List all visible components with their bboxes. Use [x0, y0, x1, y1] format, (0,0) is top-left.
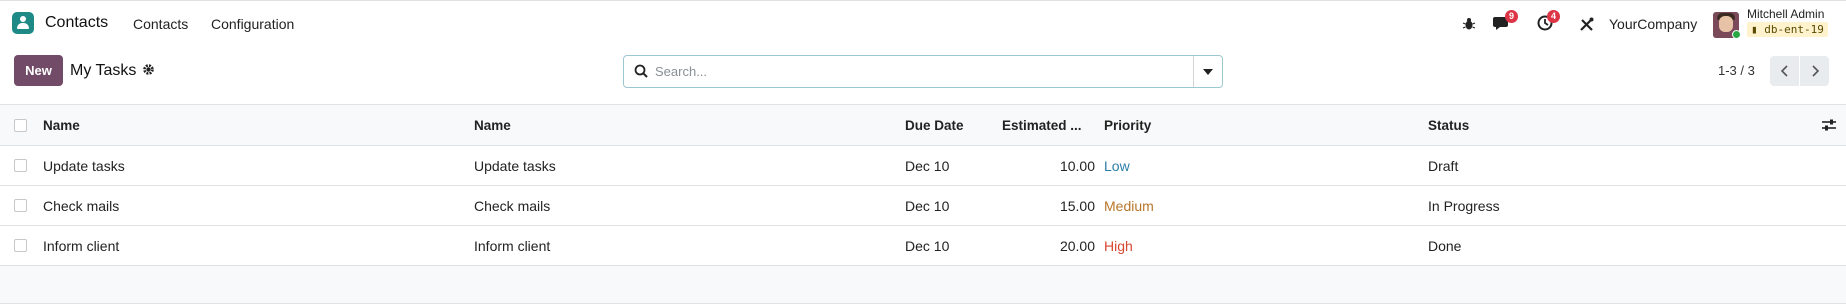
pager-value[interactable]: 1-3 / 3 — [1718, 63, 1755, 78]
search-icon — [634, 64, 648, 81]
cell-estimated[interactable]: 10.00 — [1000, 146, 1095, 185]
cell-name-2[interactable]: Check mails — [474, 186, 550, 225]
header-name-2[interactable]: Name — [474, 105, 511, 145]
header-name[interactable]: Name — [43, 105, 80, 145]
new-button[interactable]: New — [14, 55, 63, 86]
cell-name-2[interactable]: Update tasks — [474, 146, 556, 185]
column-settings-icon[interactable] — [1822, 105, 1836, 145]
tools-icon[interactable] — [1579, 1, 1594, 47]
chat-icon[interactable]: 9 — [1493, 1, 1518, 47]
cell-priority[interactable]: High — [1104, 226, 1133, 265]
cell-status[interactable]: Done — [1428, 226, 1461, 265]
pager-previous-button[interactable] — [1770, 56, 1799, 86]
chevron-right-icon — [1811, 65, 1819, 77]
cell-status[interactable]: Draft — [1428, 146, 1458, 185]
row-checkbox[interactable] — [14, 186, 27, 225]
online-status-dot — [1732, 30, 1741, 39]
search-options-toggle[interactable] — [1193, 56, 1222, 87]
chevron-left-icon — [1780, 65, 1788, 77]
header-due-date[interactable]: Due Date — [905, 105, 964, 145]
table-row[interactable]: Inform client Inform client Dec 10 20.00… — [0, 226, 1846, 266]
header-priority[interactable]: Priority — [1104, 105, 1151, 145]
table-empty-area — [0, 266, 1846, 304]
activities-badge: 4 — [1547, 9, 1560, 23]
database-name: db-ent-19 — [1764, 23, 1824, 36]
search-input[interactable] — [655, 56, 1195, 87]
cell-due-date[interactable]: Dec 10 — [905, 226, 949, 265]
cell-due-date[interactable]: Dec 10 — [905, 186, 949, 225]
messages-badge: 9 — [1505, 9, 1518, 23]
header-status[interactable]: Status — [1428, 105, 1469, 145]
company-switcher[interactable]: YourCompany — [1609, 16, 1697, 32]
clock-icon[interactable]: 4 — [1537, 1, 1560, 47]
row-checkbox[interactable] — [14, 146, 27, 185]
page-title: My Tasks — [70, 62, 137, 79]
cell-name[interactable]: Check mails — [43, 186, 119, 225]
search-bar — [623, 55, 1223, 88]
cell-estimated[interactable]: 20.00 — [1000, 226, 1095, 265]
contacts-app-icon[interactable] — [12, 12, 34, 34]
caret-down-icon — [1203, 68, 1213, 75]
select-all-checkbox[interactable] — [14, 105, 27, 145]
table-header: Name Name Due Date Estimated ... Priorit… — [0, 104, 1846, 146]
database-badge: ▮ db-ent-19 — [1747, 22, 1828, 37]
cell-priority[interactable]: Low — [1104, 146, 1130, 185]
pager-next-button[interactable] — [1800, 56, 1829, 86]
menu-configuration[interactable]: Configuration — [211, 16, 294, 32]
menu-contacts[interactable]: Contacts — [133, 16, 188, 32]
cell-status[interactable]: In Progress — [1428, 186, 1500, 225]
cell-name[interactable]: Inform client — [43, 226, 119, 265]
cell-name-2[interactable]: Inform client — [474, 226, 550, 265]
header-estimated[interactable]: Estimated ... — [1002, 105, 1082, 145]
table-row[interactable]: Check mails Check mails Dec 10 15.00 Med… — [0, 186, 1846, 226]
database-icon: ▮ — [1751, 23, 1758, 36]
cell-priority[interactable]: Medium — [1104, 186, 1154, 225]
row-checkbox[interactable] — [14, 226, 27, 265]
gear-icon[interactable] — [142, 63, 155, 79]
cell-name[interactable]: Update tasks — [43, 146, 125, 185]
app-name[interactable]: Contacts — [45, 14, 108, 32]
bug-icon[interactable] — [1462, 1, 1476, 47]
cell-due-date[interactable]: Dec 10 — [905, 146, 949, 185]
user-name[interactable]: Mitchell Admin — [1747, 7, 1824, 21]
cell-estimated[interactable]: 15.00 — [1000, 186, 1095, 225]
top-navbar: Contacts Contacts Configuration 9 4 Your… — [0, 0, 1846, 46]
table-row[interactable]: Update tasks Update tasks Dec 10 10.00 L… — [0, 146, 1846, 186]
